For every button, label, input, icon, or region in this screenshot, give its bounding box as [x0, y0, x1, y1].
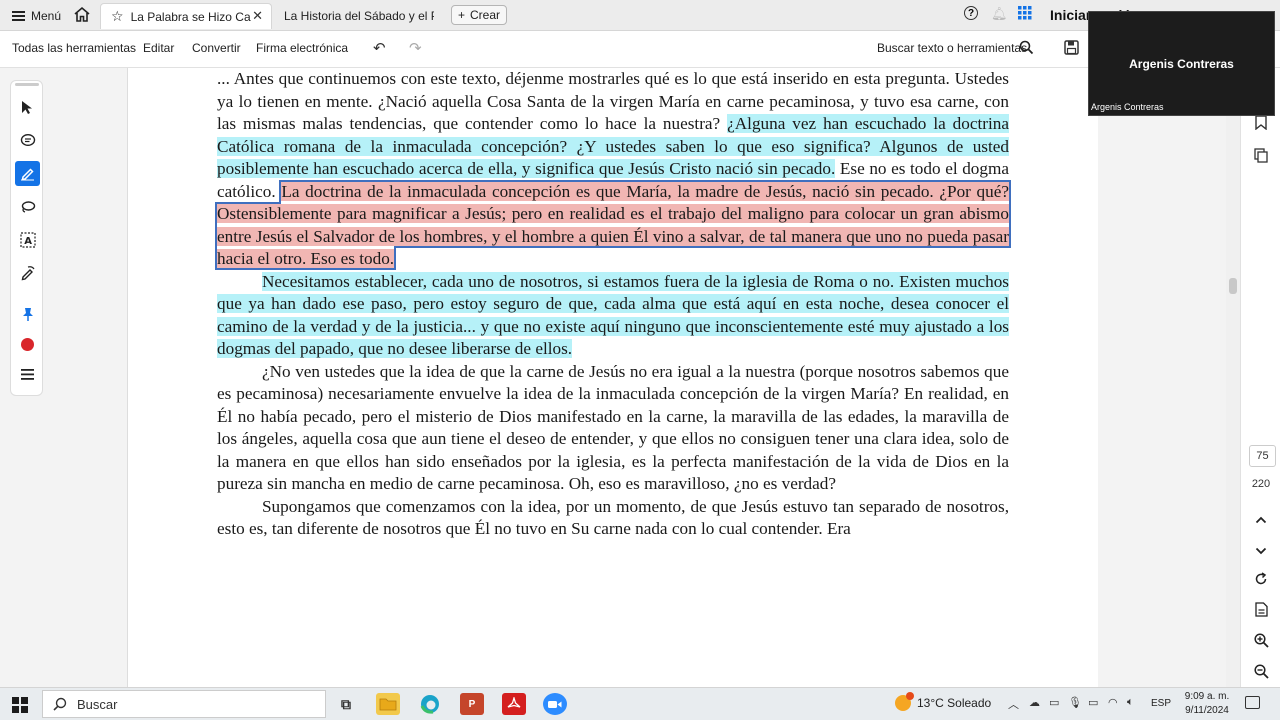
- more-options-icon[interactable]: [15, 362, 40, 387]
- zoom-out-icon[interactable]: [1241, 664, 1280, 682]
- tab-document-2[interactable]: La Historia del Sábado y el Primer Día d…: [274, 3, 444, 29]
- right-rail: 75 220: [1240, 68, 1280, 687]
- app-window: Menú ☆ La Palabra se Hizo Carne ✕ La His…: [0, 0, 1280, 720]
- copy-pages-icon[interactable]: [1241, 148, 1280, 166]
- taskbar-search[interactable]: Buscar: [42, 690, 326, 718]
- participant-name: Argenis Contreras: [1129, 57, 1234, 71]
- edit-link[interactable]: Editar: [143, 41, 174, 55]
- network-drive-icon[interactable]: ▭: [1049, 696, 1059, 709]
- scroll-thumb[interactable]: [1229, 278, 1237, 294]
- home-button[interactable]: [72, 5, 92, 25]
- zoom-app-icon[interactable]: [543, 693, 567, 715]
- document-view[interactable]: ... Antes que continuemos con este texto…: [128, 68, 1098, 687]
- rotate-icon[interactable]: [1241, 572, 1280, 589]
- pin-icon[interactable]: [15, 302, 40, 327]
- sign-tool-icon[interactable]: [15, 260, 40, 285]
- powerpoint-icon[interactable]: P: [460, 693, 484, 715]
- menu-label: Menú: [31, 9, 62, 23]
- current-page-input[interactable]: 75: [1249, 445, 1276, 467]
- search-tools-label[interactable]: Buscar texto o herramientas: [877, 41, 1027, 55]
- highlight-tool-icon[interactable]: [15, 161, 40, 186]
- tab-document-1[interactable]: ☆ La Palabra se Hizo Carne ✕: [100, 3, 272, 29]
- bookmark-icon[interactable]: [1241, 115, 1280, 133]
- quick-tools: A: [10, 80, 43, 396]
- document-page[interactable]: ... Antes que continuemos con este texto…: [215, 68, 1011, 541]
- tab-label: La Historia del Sábado y el Primer Día d…: [284, 9, 434, 23]
- taskbar: Buscar ⧉ P 13°C Soleado ︿ ☁︎ ▭ 🎙︎ ▭ ◠ 🔈︎…: [0, 687, 1280, 720]
- color-swatch-icon[interactable]: [15, 332, 40, 357]
- weather-label: 13°C Soleado: [917, 696, 992, 710]
- home-icon: [74, 6, 90, 22]
- create-label: Crear: [470, 8, 501, 22]
- file-explorer-icon[interactable]: [376, 693, 400, 715]
- left-panel: A: [0, 68, 128, 687]
- paragraph-text: ¿No ven ustedes que la idea de que la ca…: [217, 361, 1009, 494]
- help-icon[interactable]: ?: [964, 6, 978, 20]
- date: 9/11/2024: [1185, 705, 1229, 716]
- total-pages: 220: [1251, 478, 1271, 490]
- chevron-down-icon[interactable]: [1241, 542, 1280, 558]
- drag-handle[interactable]: [15, 83, 39, 86]
- esign-link[interactable]: Firma electrónica: [256, 41, 348, 55]
- select-tool-icon[interactable]: [15, 95, 40, 120]
- all-tools-link[interactable]: Todas las herramientas: [12, 41, 136, 55]
- notifications-icon[interactable]: [1245, 696, 1260, 709]
- highlight-cyan[interactable]: Necesitamos establecer, cada uno de noso…: [217, 271, 1009, 358]
- text-box-tool-icon[interactable]: A: [15, 227, 40, 252]
- bell-icon[interactable]: 🔔︎: [991, 6, 1008, 22]
- microphone-icon[interactable]: 🎙︎: [1068, 696, 1082, 709]
- plus-icon: +: [457, 8, 465, 22]
- participant-label: Argenis Contreras: [1091, 102, 1164, 112]
- taskbar-search-label: Buscar: [77, 696, 118, 712]
- time: 9:09 a. m.: [1184, 691, 1230, 702]
- document-paragraph[interactable]: Necesitamos establecer, cada uno de noso…: [217, 271, 1009, 361]
- star-icon[interactable]: ☆: [111, 8, 124, 25]
- language-indicator[interactable]: ESP: [1151, 698, 1171, 709]
- video-participant-panel[interactable]: Argenis Contreras Argenis Contreras: [1088, 11, 1275, 116]
- speaker-icon[interactable]: 🔈︎: [1127, 696, 1134, 709]
- paragraph-text: Supongamos que comenzamos con la idea, p…: [217, 496, 1009, 539]
- svg-text:A: A: [24, 236, 32, 247]
- tab-label: La Palabra se Hizo Carne: [130, 9, 251, 24]
- highlight-selected[interactable]: La doctrina de la inmaculada concepción …: [215, 179, 1011, 270]
- battery-icon[interactable]: ▭: [1088, 696, 1098, 709]
- cloud-icon[interactable]: ☁︎: [1029, 696, 1040, 709]
- windows-start-icon[interactable]: [12, 697, 28, 713]
- redo-icon[interactable]: ↷: [409, 39, 422, 57]
- clock[interactable]: 9:09 a. m. 9/11/2024: [1178, 690, 1236, 718]
- weather-widget[interactable]: 13°C Soleado: [895, 692, 992, 711]
- acrobat-icon[interactable]: [502, 693, 526, 715]
- scrollbar[interactable]: [1226, 68, 1240, 687]
- edge-icon[interactable]: [418, 693, 442, 715]
- hamburger-icon: [12, 11, 25, 21]
- menu-button[interactable]: Menú: [12, 7, 61, 25]
- page-info-icon[interactable]: [1241, 602, 1280, 620]
- chevron-up-icon[interactable]: [1241, 511, 1280, 527]
- comment-tool-icon[interactable]: [15, 128, 40, 153]
- save-icon[interactable]: [1064, 40, 1079, 60]
- sun-icon: [895, 692, 914, 711]
- document-paragraph[interactable]: Supongamos que comenzamos con la idea, p…: [217, 496, 1009, 541]
- undo-icon[interactable]: ↶: [373, 39, 386, 57]
- document-margin: [1098, 68, 1240, 687]
- close-icon[interactable]: ✕: [252, 8, 263, 24]
- zoom-in-icon[interactable]: [1241, 633, 1280, 651]
- apps-grid-icon[interactable]: [1018, 6, 1032, 20]
- lasso-tool-icon[interactable]: [15, 194, 40, 219]
- search-icon: [53, 697, 67, 711]
- document-paragraph[interactable]: ... Antes que continuemos con este texto…: [215, 68, 1011, 271]
- wifi-icon[interactable]: ◠: [1108, 696, 1118, 709]
- task-view-icon[interactable]: ⧉: [334, 693, 358, 715]
- search-icon[interactable]: [1019, 40, 1034, 60]
- chevron-up-icon[interactable]: ︿: [1008, 696, 1019, 712]
- create-button[interactable]: + Crear: [451, 5, 507, 25]
- convert-link[interactable]: Convertir: [192, 41, 241, 55]
- document-paragraph[interactable]: ¿No ven ustedes que la idea de que la ca…: [217, 361, 1009, 496]
